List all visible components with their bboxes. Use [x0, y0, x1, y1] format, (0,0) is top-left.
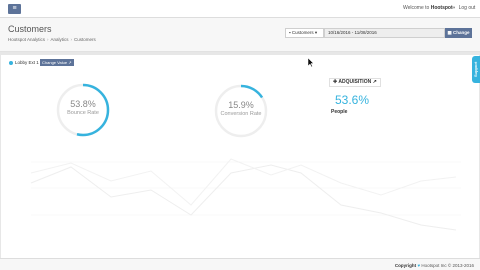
- welcome-brand: Hootspot: [430, 5, 453, 11]
- change-value-label: Change Value: [42, 60, 68, 65]
- page-title: Customers: [8, 24, 52, 34]
- logout-link[interactable]: ⇥ Log out: [451, 5, 475, 11]
- copyright-prefix: Copyright: [394, 263, 417, 268]
- acquisition-header[interactable]: ✚ ADQUISITION ↗: [329, 78, 381, 87]
- calendar-icon: ▦: [447, 30, 452, 35]
- acquisition-title: ADQUISITION: [338, 79, 372, 85]
- copyright-text: Copyright ♥ Hootspot Inc © 2013-2016: [395, 263, 474, 268]
- mouse-cursor-icon: [308, 58, 314, 67]
- change-value-button[interactable]: Change Value ↗: [40, 59, 74, 66]
- breadcrumb-item-analytics[interactable]: Analytics: [51, 37, 69, 42]
- breadcrumb-item-home[interactable]: Hootspot Analytics: [8, 37, 45, 42]
- location-filter: Lobby Ext 1: [9, 60, 39, 65]
- copyright-years: © 2013-2016: [447, 263, 474, 268]
- sign-out-icon: ⇥: [451, 5, 456, 11]
- logout-label: Log out: [458, 5, 476, 11]
- bounce-rate-value: 53.8%: [70, 99, 96, 109]
- customers-dropdown-label: Customers: [291, 30, 314, 35]
- heart-icon: ♥: [417, 263, 421, 268]
- welcome-prefix: Welcome to: [403, 5, 430, 11]
- conversion-rate-label: Conversion Rate: [220, 111, 262, 117]
- hamburger-icon: ≡: [12, 5, 17, 12]
- change-date-button[interactable]: ▦ Change: [445, 28, 472, 38]
- welcome-message: Welcome to Hootspot: [403, 5, 453, 11]
- breadcrumb: Hootspot Analytics › Analytics › Customers: [8, 37, 96, 42]
- conversion-rate-value: 15.9%: [228, 100, 254, 110]
- bounce-rate-label: Bounce Rate: [67, 110, 99, 116]
- breadcrumb-separator: ›: [47, 37, 49, 42]
- breadcrumb-item-current: Customers: [74, 37, 96, 42]
- support-tab[interactable]: Support: [472, 56, 480, 83]
- top-bar: ≡ Welcome to Hootspot ⇥ Log out: [0, 0, 480, 18]
- location-dot-icon: [9, 60, 13, 65]
- users-icon: ▪: [289, 30, 291, 35]
- support-tab-label: Support: [473, 61, 478, 78]
- location-label: Lobby Ext 1: [15, 60, 39, 65]
- caret-down-icon: ▾: [314, 30, 318, 35]
- external-link-icon: ↗: [68, 60, 72, 65]
- user-plus-icon: ✚: [333, 79, 338, 85]
- acquisition-label: People: [331, 109, 348, 115]
- breadcrumb-separator: ›: [70, 37, 73, 42]
- footer: Copyright ♥ Hootspot Inc © 2013-2016: [0, 258, 480, 270]
- date-range-input[interactable]: 10/16/2016 - 11/08/2016: [324, 28, 445, 38]
- acquisition-value: 53.6%: [335, 93, 370, 107]
- dashboard-panel: Lobby Ext 1 Change Value ↗ 53.8% Bounce …: [1, 55, 479, 258]
- conversion-rate-gauge: 15.9% Conversion Rate: [213, 83, 269, 139]
- external-link-icon: ↗: [372, 79, 377, 85]
- copyright-brand: Hootspot Inc: [421, 263, 447, 268]
- change-button-label: Change: [453, 30, 470, 35]
- page-header: Customers Hootspot Analytics › Analytics › C…: [0, 18, 480, 52]
- customers-dropdown[interactable]: ▪ Customers ▾: [285, 28, 324, 38]
- bounce-rate-gauge: 53.8% Bounce Rate: [55, 82, 111, 138]
- hamburger-menu-button[interactable]: ≡: [8, 4, 21, 14]
